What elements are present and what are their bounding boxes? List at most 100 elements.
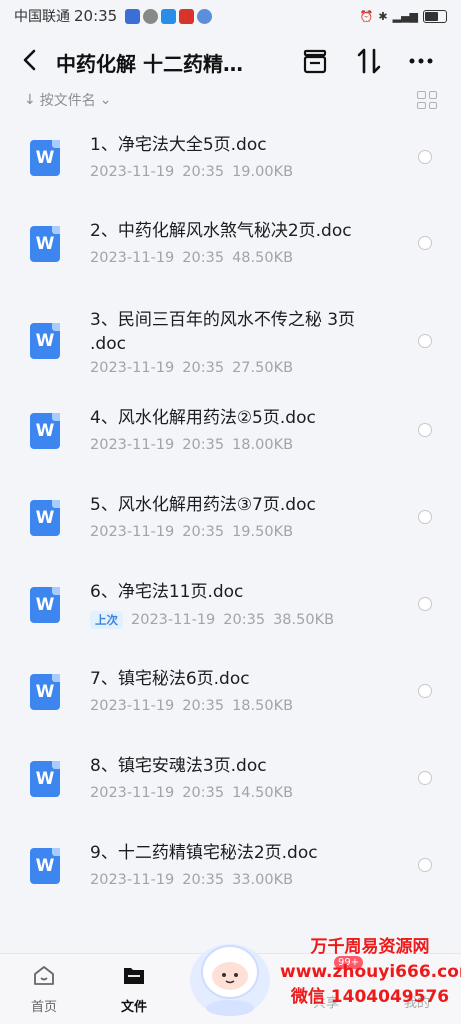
- word-doc-icon: W: [30, 226, 60, 262]
- file-time: 20:35: [182, 785, 225, 801]
- chevron-down-icon[interactable]: ⌄: [100, 92, 112, 108]
- select-radio[interactable]: [418, 150, 432, 164]
- file-name: 2、中药化解风水煞气秘决2页.doc: [90, 221, 352, 241]
- select-radio[interactable]: [418, 684, 432, 698]
- file-size: 48.50KB: [232, 250, 294, 266]
- word-doc-icon: W: [30, 140, 60, 176]
- file-date: 2023-11-19: [90, 437, 175, 453]
- tab-files[interactable]: 文件: [104, 964, 164, 1015]
- file-date: 2023-11-19: [90, 164, 175, 180]
- tab-home[interactable]: 首页: [14, 964, 74, 1015]
- grid-view-icon[interactable]: [417, 91, 437, 109]
- select-radio[interactable]: [418, 236, 432, 250]
- watermark-line3: 微信 1404049576: [290, 987, 450, 1007]
- sort-direction-icon[interactable]: ↓: [24, 92, 36, 108]
- file-meta: 2023-11-19 20:35 33.00KB: [90, 872, 293, 888]
- file-list: W 1、净宅法大全5页.doc 2023-11-19 20:35 19.00KB W…: [0, 112, 461, 908]
- clock: 20:35: [74, 7, 118, 25]
- file-row[interactable]: W 7、镇宅秘法6页.doc 2023-11-19 20:35 18.50KB: [0, 647, 461, 734]
- file-size: 18.50KB: [232, 698, 294, 714]
- file-row[interactable]: W 3、民间三百年的风水不传之秘 3页 .doc 2023-11-19 20:35…: [0, 286, 461, 386]
- file-name: 9、十二药精镇宅秘法2页.doc: [90, 843, 318, 863]
- system-indicators: ⏰ ✱ ▂▄▆: [359, 9, 447, 23]
- sort-bar: ↓ 按文件名 ⌄: [24, 88, 437, 112]
- sort-arrows-icon: [357, 48, 381, 74]
- file-date: 2023-11-19: [90, 698, 175, 714]
- file-size: 19.50KB: [232, 524, 294, 540]
- sort-label[interactable]: 按文件名: [40, 90, 96, 110]
- app-icon: [179, 8, 195, 24]
- file-row[interactable]: W 9、十二药精镇宅秘法2页.doc 2023-11-19 20:35 33.00K…: [0, 821, 461, 908]
- file-row[interactable]: W 5、风水化解用药法③7页.doc 2023-11-19 20:35 19.50K…: [0, 473, 461, 560]
- file-meta: 2023-11-19 20:35 27.50KB: [90, 360, 293, 376]
- word-doc-icon: W: [30, 848, 60, 884]
- file-date: 2023-11-19: [90, 360, 175, 376]
- file-date: 2023-11-19: [90, 250, 175, 266]
- app-icon: [161, 8, 177, 24]
- carrier-label: 中国联通: [14, 9, 70, 25]
- file-name: 4、风水化解用药法②5页.doc: [90, 408, 316, 428]
- bluetooth-icon: ✱: [378, 9, 388, 23]
- file-meta: 2023-11-19 20:35 18.50KB: [90, 698, 293, 714]
- app-icon: [143, 8, 159, 24]
- archive-button[interactable]: [300, 46, 330, 76]
- watermark-line2: www.zhouyi666.com: [280, 962, 461, 982]
- file-time: 20:35: [182, 524, 225, 540]
- file-name: 3、民间三百年的风水不传之秘 3页 .doc: [90, 310, 356, 354]
- sort-button[interactable]: [354, 46, 384, 76]
- file-size: 14.50KB: [232, 785, 294, 801]
- select-radio[interactable]: [418, 423, 432, 437]
- file-row[interactable]: W 1、净宅法大全5页.doc 2023-11-19 20:35 19.00KB: [0, 112, 461, 199]
- word-doc-icon: W: [30, 761, 60, 797]
- file-meta: 2023-11-19 20:35 19.00KB: [90, 164, 293, 180]
- word-doc-icon: W: [30, 500, 60, 536]
- file-name: 6、净宅法11页.doc: [90, 582, 244, 602]
- file-row[interactable]: W 6、净宅法11页.doc 上次 2023-11-19 20:35 38.50KB: [0, 560, 461, 647]
- select-radio[interactable]: [418, 510, 432, 524]
- file-row[interactable]: W 8、镇宅安魂法3页.doc 2023-11-19 20:35 14.50KB: [0, 734, 461, 821]
- select-radio[interactable]: [418, 334, 432, 348]
- more-icon: [409, 58, 433, 64]
- status-bar: 中国联通 20:35 ⏰ ✱ ▂▄▆: [0, 0, 461, 32]
- battery-icon: [423, 9, 447, 23]
- file-meta: 2023-11-19 20:35 18.00KB: [90, 437, 293, 453]
- alarm-icon: ⏰: [359, 9, 374, 23]
- assistant-mascot-icon[interactable]: [185, 930, 275, 1020]
- file-time: 20:35: [223, 612, 266, 628]
- file-meta: 2023-11-19 20:35 14.50KB: [90, 785, 293, 801]
- file-time: 20:35: [182, 698, 225, 714]
- file-size: 38.50KB: [273, 612, 335, 628]
- file-time: 20:35: [182, 437, 225, 453]
- file-row[interactable]: W 2、中药化解风水煞气秘决2页.doc 2023-11-19 20:35 48.5…: [0, 199, 461, 286]
- word-doc-icon: W: [30, 674, 60, 710]
- tab-home-label: 首页: [30, 1000, 57, 1015]
- last-opened-badge: 上次: [90, 611, 123, 629]
- tab-files-label: 文件: [120, 1000, 147, 1015]
- word-doc-icon: W: [30, 587, 60, 623]
- file-size: 19.00KB: [232, 164, 294, 180]
- file-name: 5、风水化解用药法③7页.doc: [90, 495, 316, 515]
- back-button[interactable]: [18, 46, 46, 76]
- file-name: 7、镇宅秘法6页.doc: [90, 669, 250, 689]
- folder-icon: [124, 968, 144, 984]
- select-radio[interactable]: [418, 858, 432, 872]
- more-button[interactable]: [406, 46, 436, 76]
- watermark: 万千周易资源网 www.zhouyi666.com 微信 1404049576: [280, 935, 461, 1010]
- file-name: 1、净宅法大全5页.doc: [90, 135, 267, 155]
- file-date: 2023-11-19: [90, 785, 175, 801]
- select-radio[interactable]: [418, 771, 432, 785]
- top-app-bar: 中药化解 十二药精…: [0, 38, 461, 86]
- file-time: 20:35: [182, 164, 225, 180]
- file-date: 2023-11-19: [90, 872, 175, 888]
- page-title: 中药化解 十二药精…: [56, 52, 243, 76]
- app-icon: [125, 8, 141, 24]
- file-row[interactable]: W 4、风水化解用药法②5页.doc 2023-11-19 20:35 18.00K…: [0, 386, 461, 473]
- file-meta: 上次 2023-11-19 20:35 38.50KB: [90, 611, 334, 629]
- select-radio[interactable]: [418, 597, 432, 611]
- file-date: 2023-11-19: [90, 524, 175, 540]
- file-size: 18.00KB: [232, 437, 294, 453]
- signal-icon: ▂▄▆: [392, 9, 418, 23]
- file-date: 2023-11-19: [131, 612, 216, 628]
- file-time: 20:35: [182, 250, 225, 266]
- watermark-line1: 万千周易资源网: [310, 937, 430, 957]
